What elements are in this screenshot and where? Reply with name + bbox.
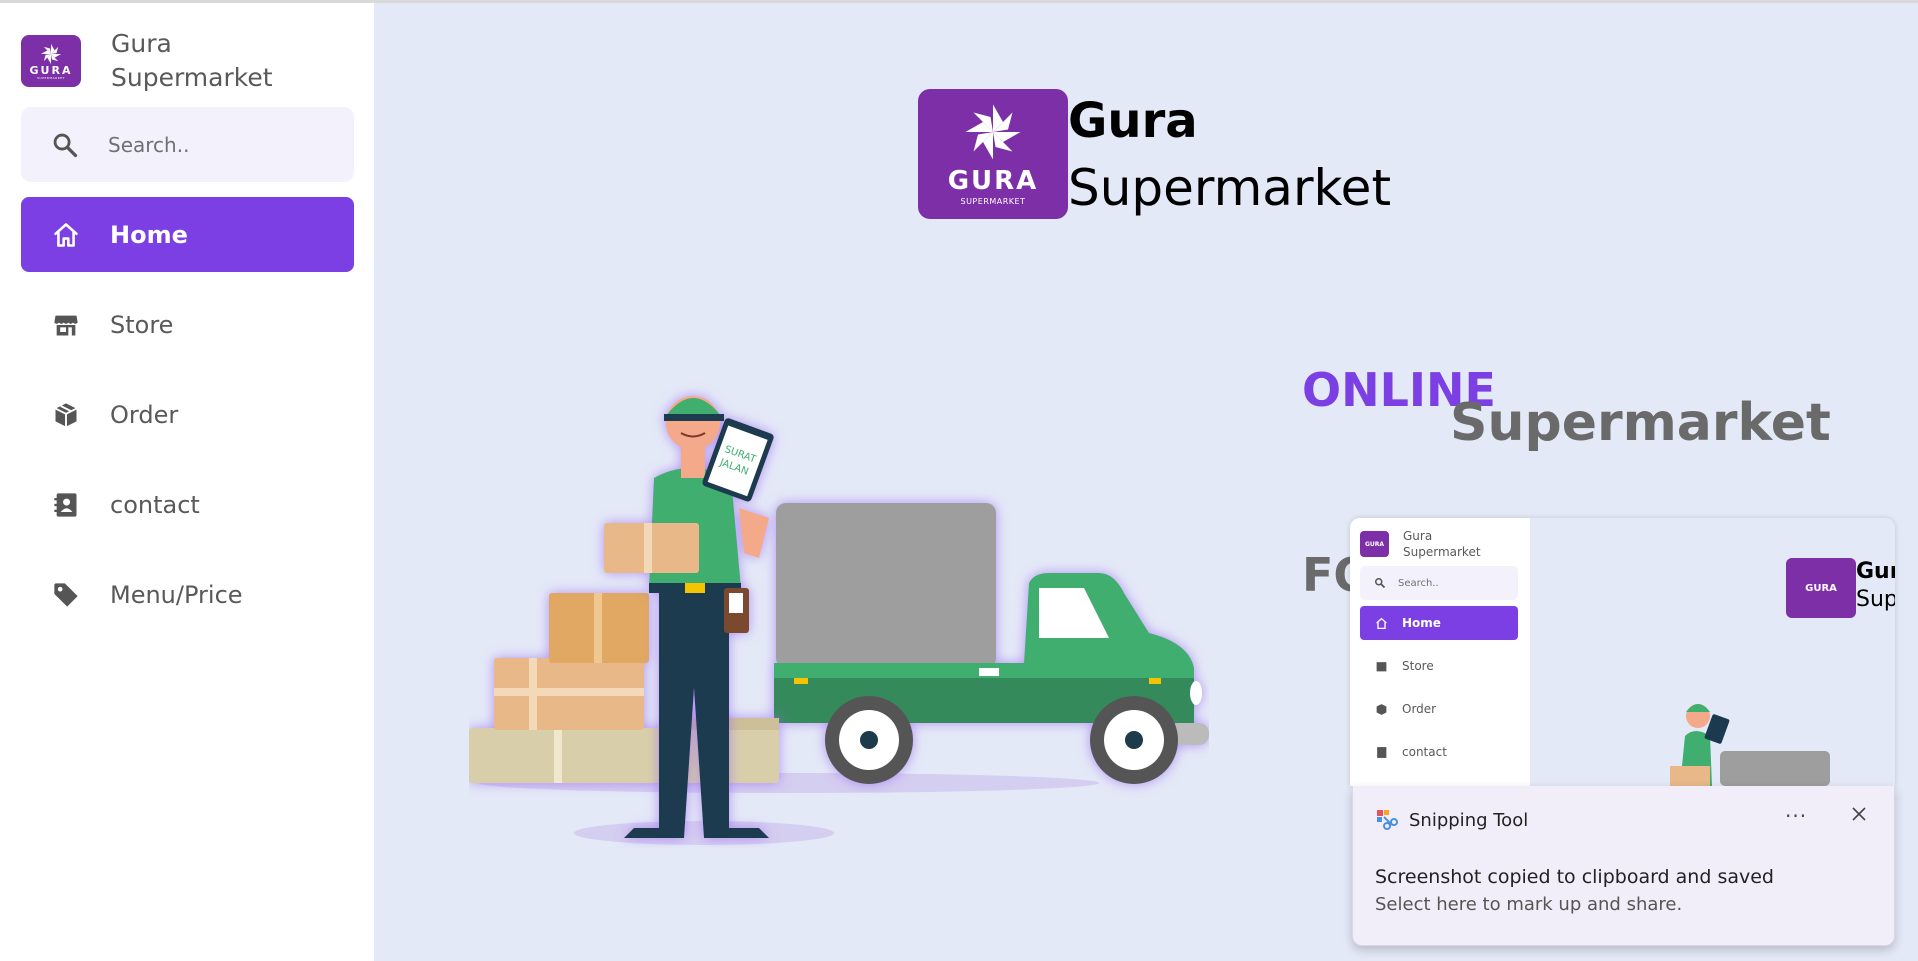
home-icon: [51, 220, 81, 250]
hero-title-line1: Gura: [1068, 93, 1198, 149]
contact-book-icon: [1374, 745, 1388, 759]
screenshot-preview[interactable]: GURA Gura Supermarket Search.. Home Stor…: [1350, 518, 1895, 786]
toast-message: Screenshot copied to clipboard and saved: [1375, 866, 1774, 888]
search-input[interactable]: [108, 132, 328, 157]
preview-hero-line1: Gur: [1856, 559, 1895, 584]
logo-wordmark: GURA: [947, 166, 1039, 196]
truck: [774, 503, 1209, 784]
sidebar-brand[interactable]: GURA SUPERMARKET Gura Supermarket: [21, 27, 273, 95]
toast-hint: Select here to mark up and share.: [1375, 894, 1683, 915]
hero-title-line2: Supermarket: [1068, 159, 1392, 217]
preview-item-label: Order: [1402, 702, 1437, 716]
preview-illustration: [1670, 704, 1830, 786]
preview-brand-line2: Supermarket: [1403, 545, 1481, 559]
preview-brand-line1: Gura: [1403, 529, 1433, 543]
sidebar-item-label: Order: [110, 400, 179, 429]
preview-item-home: Home: [1360, 606, 1518, 640]
preview-sidebar: GURA Gura Supermarket Search.. Home Stor…: [1350, 518, 1530, 786]
sidebar-item-menu-price[interactable]: Menu/Price: [21, 557, 354, 632]
sidebar-nav: Home Store Order contact Menu/Price: [21, 197, 354, 647]
sidebar-item-label: Store: [110, 310, 174, 339]
store-icon: [51, 310, 81, 340]
sidebar: GURA SUPERMARKET Gura Supermarket Home S…: [0, 0, 374, 961]
pinwheel-icon: [40, 43, 62, 64]
toast-app-name: Snipping Tool: [1409, 809, 1529, 831]
logo-subtext: SUPERMARKET: [960, 197, 1026, 206]
pinwheel-icon: [965, 104, 1021, 160]
preview-item-order: Order: [1360, 692, 1518, 726]
gura-logo: GURA SUPERMARKET: [21, 35, 81, 87]
delivery-illustration: SURAT JALAN: [469, 396, 1209, 845]
sidebar-item-order[interactable]: Order: [21, 377, 354, 452]
brand-name-line2: Supermarket: [111, 63, 273, 92]
hero-title: Gura Supermarket: [1068, 89, 1391, 223]
preview-hero-line2: Sup: [1856, 587, 1895, 612]
hero-brand: GURA SUPERMARKET Gura Supermarket: [918, 89, 1391, 223]
preview-search: Search..: [1360, 566, 1518, 600]
gura-logo-large: GURA SUPERMARKET: [918, 89, 1068, 219]
store-icon: [1374, 659, 1388, 673]
contact-book-icon: [51, 490, 81, 520]
sidebar-item-label: contact: [110, 490, 200, 519]
search-icon: [53, 133, 78, 157]
preview-item-contact: contact: [1360, 735, 1518, 769]
brand-name: Gura Supermarket: [111, 27, 273, 95]
sidebar-item-label: Menu/Price: [110, 580, 243, 609]
brand-name-line1: Gura: [111, 29, 172, 58]
preview-logo: GURA: [1360, 531, 1389, 557]
sidebar-item-label: Home: [110, 220, 188, 249]
preview-item-label: Home: [1402, 616, 1441, 630]
preview-logo-large: GURA: [1786, 558, 1856, 618]
preview-item-label: contact: [1402, 745, 1447, 759]
tagline-supermarket: Supermarket: [1450, 393, 1831, 453]
logo-wordmark: GURA: [29, 63, 73, 77]
box-icon: [51, 400, 81, 430]
preview-brand-name: Gura Supermarket: [1403, 528, 1481, 560]
preview-search-placeholder: Search..: [1398, 577, 1439, 589]
logo-subtext: SUPERMARKET: [37, 75, 65, 80]
box-icon: [1374, 702, 1388, 716]
preview-brand: GURA Gura Supermarket: [1360, 528, 1481, 560]
sidebar-item-contact[interactable]: contact: [21, 467, 354, 542]
scissors-icon: [1377, 810, 1398, 830]
preview-nav: Home Store Order contact: [1360, 606, 1518, 778]
preview-hero: GURA Gur Sup: [1786, 558, 1895, 618]
close-button[interactable]: [1845, 800, 1873, 828]
sidebar-item-store[interactable]: Store: [21, 287, 354, 362]
tag-icon: [51, 580, 81, 610]
preview-item-store: Store: [1360, 649, 1518, 683]
sidebar-item-home[interactable]: Home: [21, 197, 354, 272]
snipping-tool-toast[interactable]: Snipping Tool ··· Screenshot copied to c…: [1352, 786, 1895, 946]
search-box[interactable]: [21, 107, 354, 182]
more-options-button[interactable]: ···: [1785, 804, 1807, 828]
preview-hero-title: Gur Sup: [1856, 558, 1895, 618]
preview-item-label: Store: [1402, 659, 1434, 673]
home-icon: [1374, 616, 1388, 630]
close-icon: [1852, 807, 1866, 821]
search-icon: [1375, 578, 1386, 589]
toast-header: Snipping Tool: [1375, 808, 1528, 832]
